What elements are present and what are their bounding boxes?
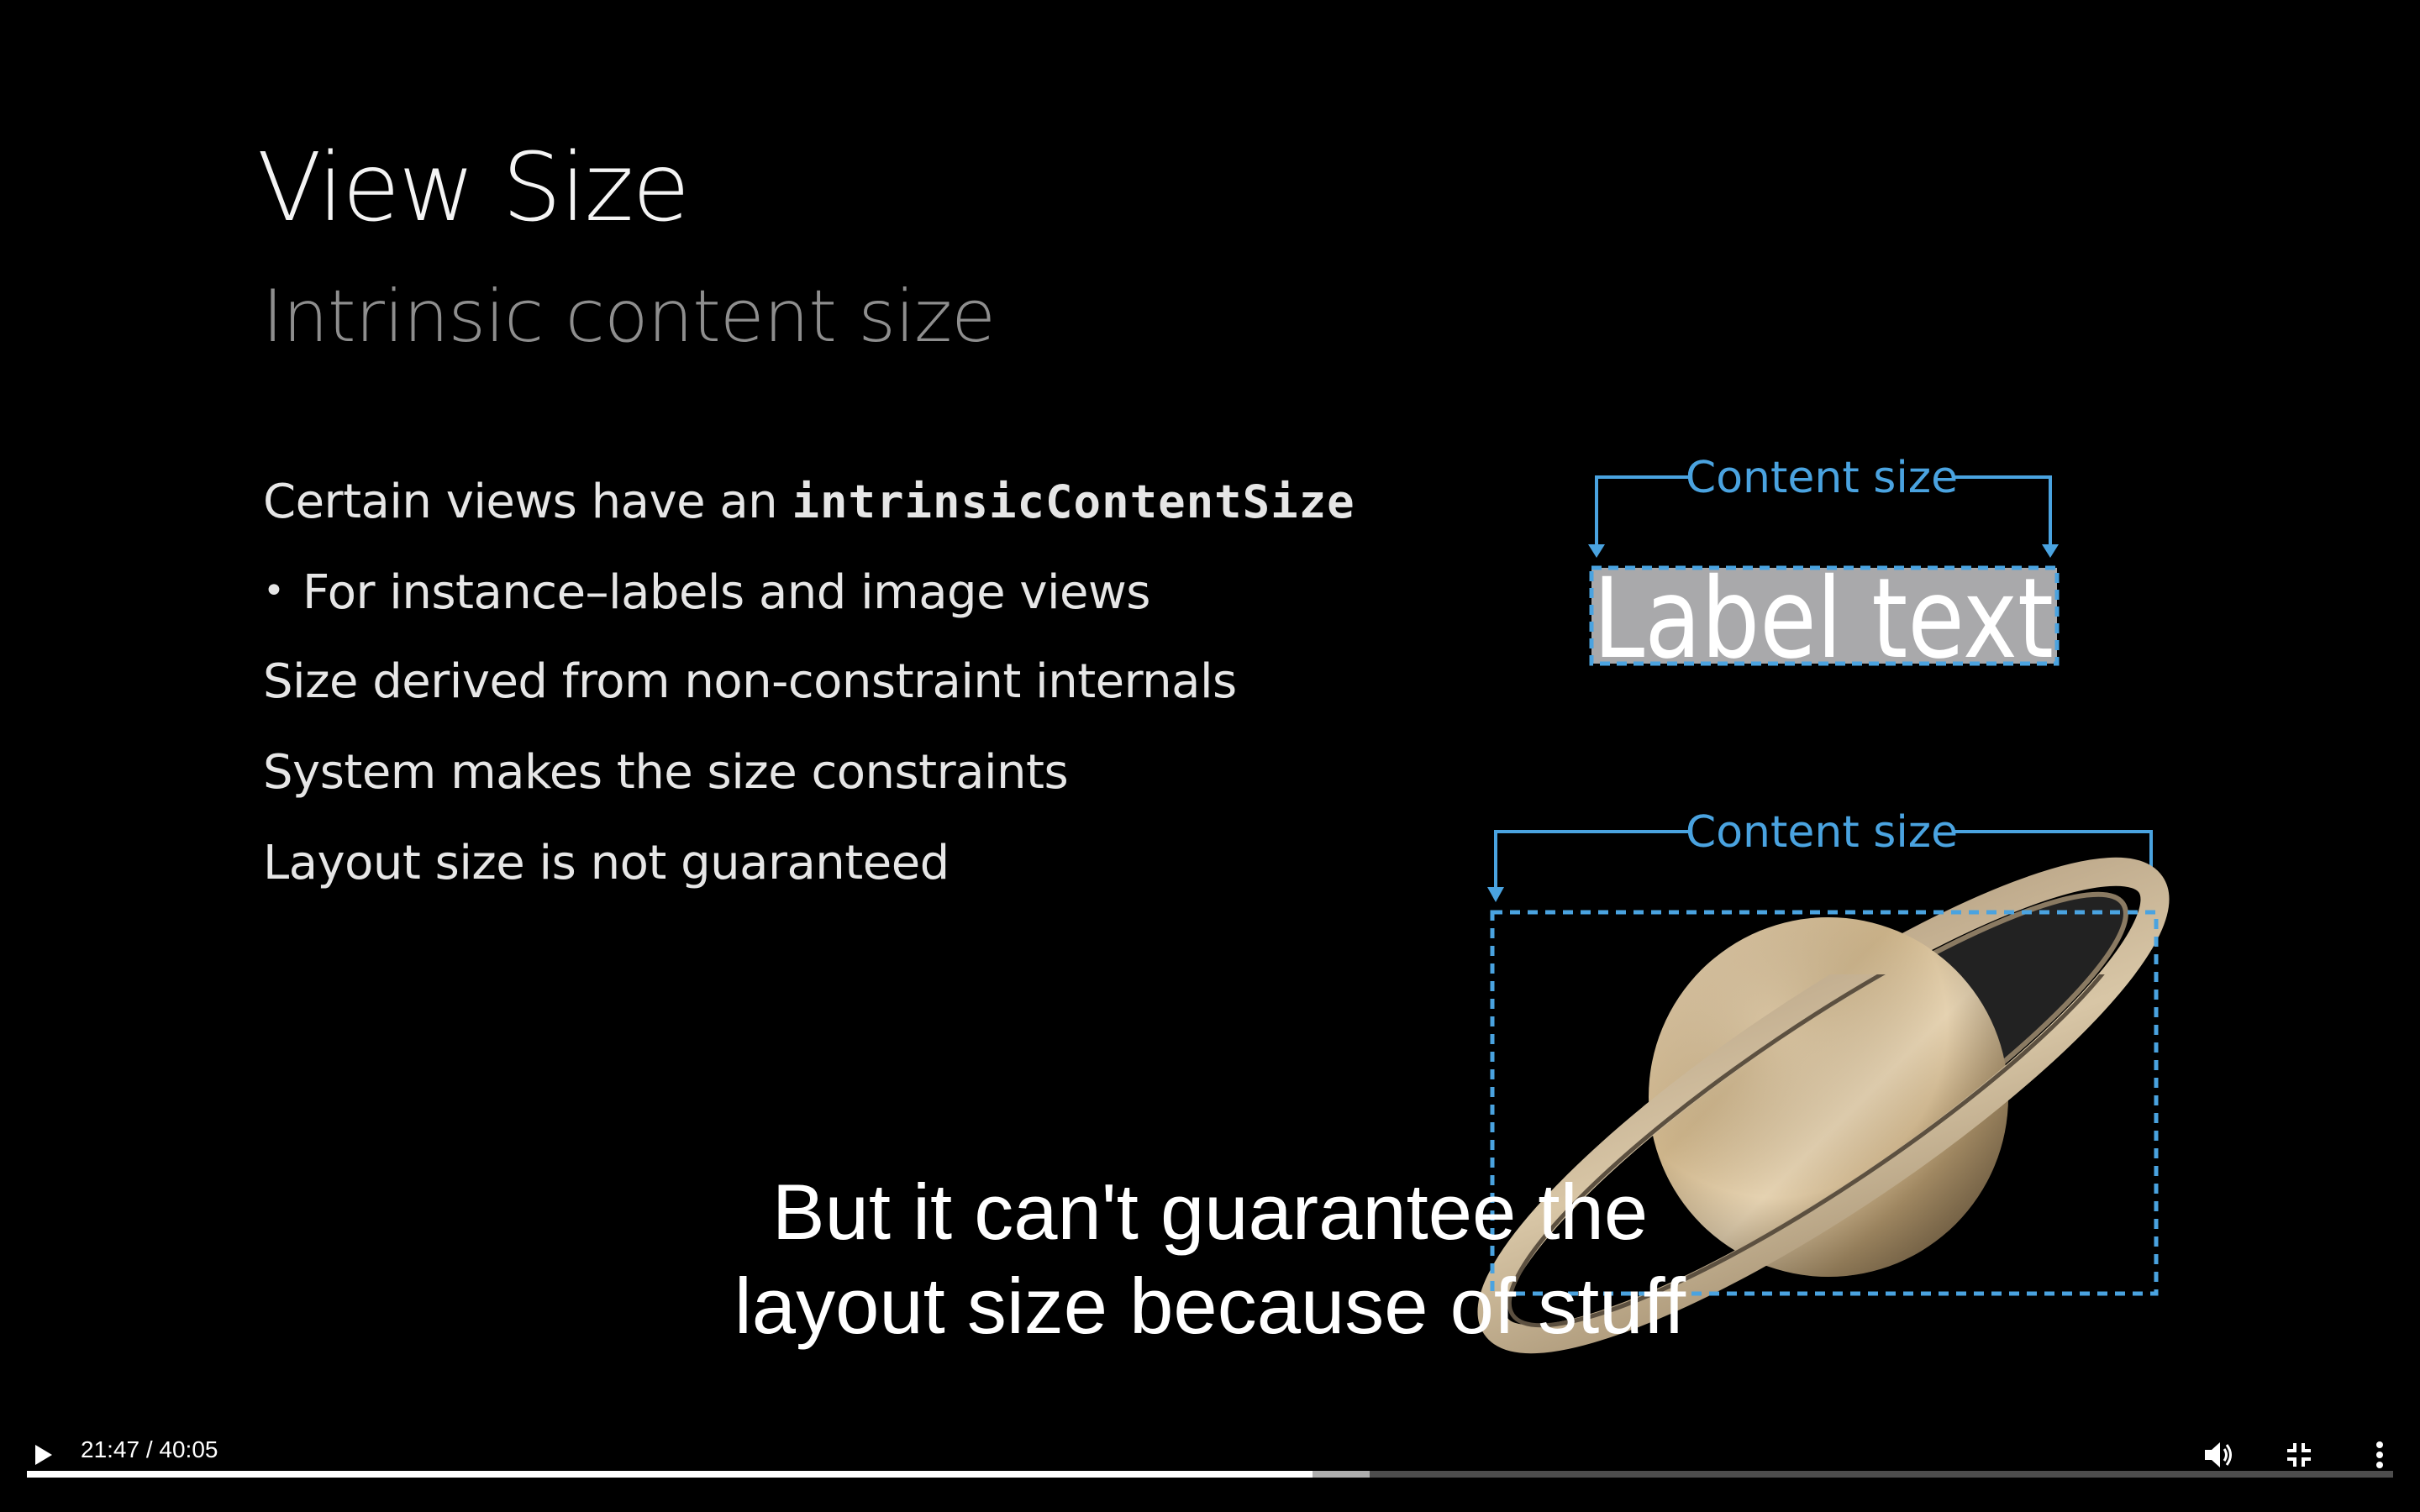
more-options-icon — [2376, 1441, 2383, 1468]
label-content-size-bracket: Content size — [1588, 453, 2059, 558]
image-content-size-text: Content size — [1686, 807, 1958, 858]
label-sample-text: Label text — [1593, 554, 2054, 684]
label-sample: Label text — [1589, 554, 2060, 684]
closed-captions: But it can't guarantee the layout size b… — [0, 1136, 2420, 1352]
volume-icon — [2205, 1442, 2232, 1467]
exit-fullscreen-icon — [2287, 1443, 2311, 1467]
progress-bar[interactable] — [27, 1471, 2393, 1478]
caption-line-2: layout size because of stuff — [734, 1262, 1686, 1350]
video-player[interactable]: View Size Intrinsic content size Certain… — [0, 0, 2420, 1512]
player-controls: 21:47 / 40:05 — [0, 1386, 2420, 1512]
label-content-size-text: Content size — [1686, 453, 1958, 503]
progress-played — [27, 1471, 1313, 1478]
caption-line-1: But it can't guarantee the — [771, 1168, 1649, 1256]
play-icon — [35, 1445, 52, 1465]
time-display: 21:47 / 40:05 — [81, 1436, 218, 1462]
